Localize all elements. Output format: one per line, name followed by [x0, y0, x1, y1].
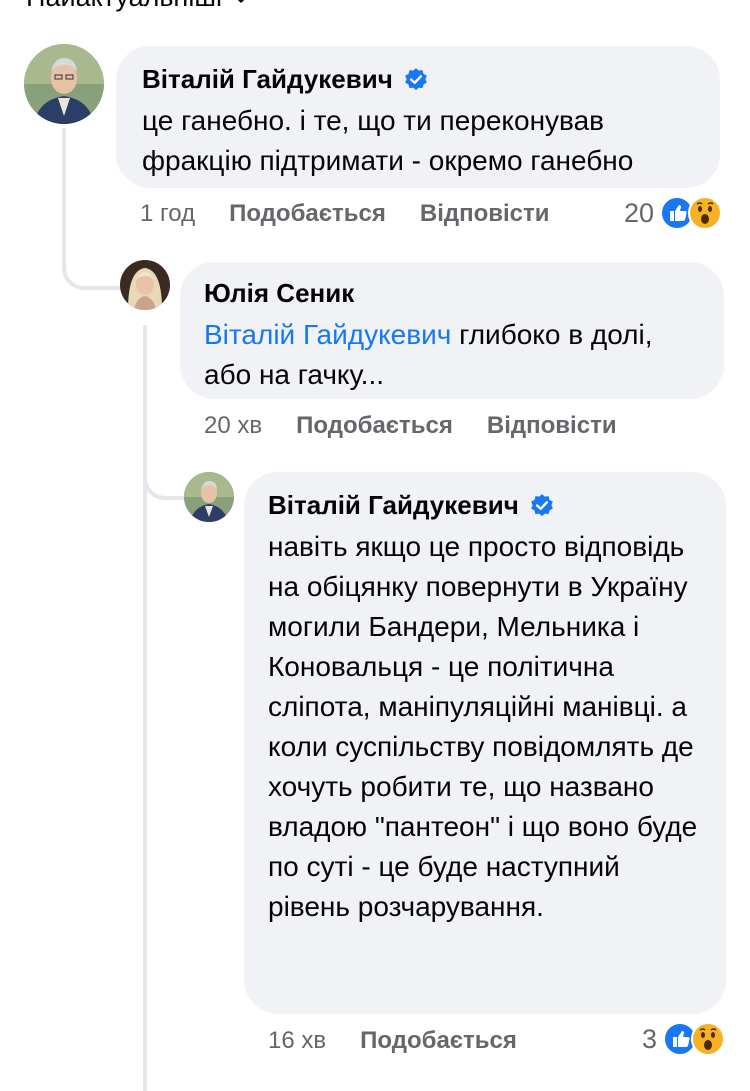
chevron-down-icon [238, 0, 244, 3]
thread-connector [143, 440, 185, 500]
reactions-summary[interactable]: 20 [624, 196, 723, 230]
comment-bubble: Віталій Гайдукевич навіть якщо це просто… [244, 472, 726, 1014]
comment-meta: 16 хв Подобається [268, 1027, 517, 1055]
comment-meta: 1 год Подобається Відповісти [140, 200, 550, 228]
comment-text: Віталій Гайдукевич глибоко в долі, або н… [204, 315, 704, 395]
verified-badge-icon [530, 493, 553, 516]
sort-dropdown[interactable]: Найактуальніші [26, 0, 250, 13]
comment-bubble: Віталій Гайдукевич це ганебно. і те, що … [116, 46, 720, 188]
author-name[interactable]: Віталій Гайдукевич [142, 64, 393, 95]
comment-text: це ганебно. і те, що ти переконував фрак… [142, 105, 634, 176]
verified-badge-icon [404, 67, 427, 90]
comment-author[interactable]: Юлія Сеник [204, 278, 700, 309]
comment-text: навіть якщо це просто відповідь на обіця… [268, 531, 698, 922]
like-button[interactable]: Подобається [296, 412, 453, 440]
comment-author[interactable]: Віталій Гайдукевич [142, 64, 694, 95]
author-name[interactable]: Віталій Гайдукевич [268, 490, 519, 521]
wow-icon [691, 1022, 726, 1056]
comment-time[interactable]: 20 хв [204, 412, 262, 440]
comment-time[interactable]: 1 год [140, 200, 195, 228]
reaction-count: 20 [624, 197, 655, 228]
author-name[interactable]: Юлія Сеник [204, 278, 354, 309]
like-button[interactable]: Подобається [229, 200, 386, 228]
avatar[interactable] [24, 44, 104, 124]
thread-connector [62, 240, 122, 290]
reactions-summary[interactable]: 3 [642, 1022, 726, 1056]
thread-line [62, 128, 66, 258]
reaction-count: 3 [642, 1023, 658, 1054]
avatar[interactable] [184, 472, 234, 522]
comment-time[interactable]: 16 хв [268, 1027, 326, 1055]
like-button[interactable]: Подобається [360, 1027, 517, 1055]
avatar[interactable] [120, 260, 170, 310]
wow-icon [688, 196, 723, 230]
reply-button[interactable]: Відповісти [420, 200, 550, 228]
mention-link[interactable]: Віталій Гайдукевич [204, 319, 451, 350]
reply-button[interactable]: Відповісти [487, 412, 617, 440]
comment-bubble: Юлія Сеник Віталій Гайдукевич глибоко в … [180, 262, 724, 399]
comment-author[interactable]: Віталій Гайдукевич [268, 490, 702, 521]
comment-meta: 20 хв Подобається Відповісти [204, 412, 617, 440]
sort-label: Найактуальніші [26, 0, 222, 13]
